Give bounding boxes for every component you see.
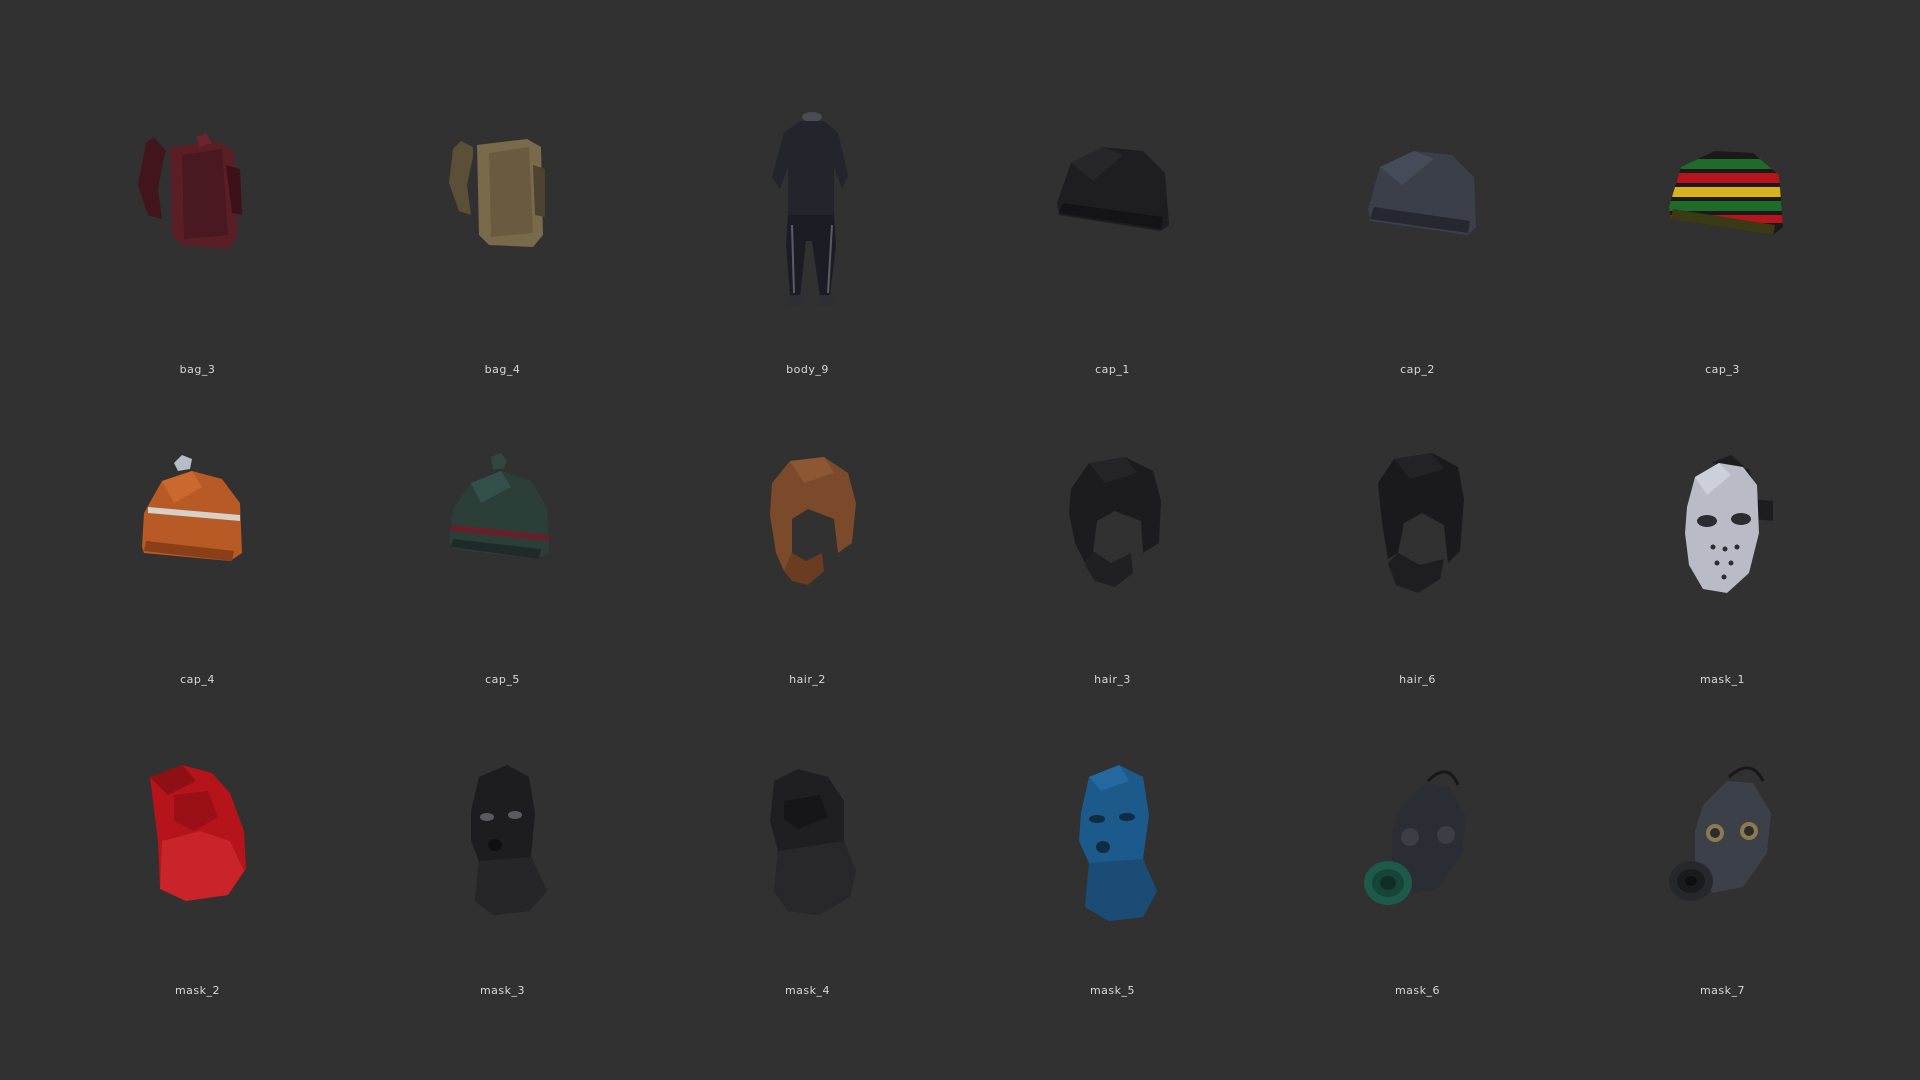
balaclava-icon	[383, 721, 623, 961]
hair-beard-icon	[688, 403, 928, 643]
backpack-icon	[383, 85, 623, 325]
hood-mask-icon	[78, 721, 318, 961]
asset-tile-mask-2[interactable]: mask_2	[45, 691, 350, 1009]
asset-label: cap_5	[485, 673, 520, 686]
asset-tile-bag-4[interactable]: bag_4	[350, 55, 655, 376]
asset-tile-mask-1[interactable]: mask_1	[1570, 373, 1875, 691]
asset-label: hair_6	[1399, 673, 1436, 686]
asset-tile-cap-1[interactable]: cap_1	[960, 55, 1265, 376]
asset-tile-mask-3[interactable]: mask_3	[350, 691, 655, 1009]
striped-beanie-icon	[1603, 85, 1843, 325]
asset-tile-hair-3[interactable]: hair_3	[960, 373, 1265, 691]
asset-tile-mask-5[interactable]: mask_5	[960, 691, 1265, 1009]
asset-tile-mask-6[interactable]: mask_6	[1265, 691, 1570, 1009]
asset-label: mask_6	[1394, 984, 1441, 997]
asset-tile-hair-6[interactable]: hair_6	[1265, 373, 1570, 691]
asset-tile-mask-7[interactable]: mask_7	[1570, 691, 1875, 1009]
asset-label: mask_5	[1089, 984, 1136, 997]
asset-label: mask_2	[174, 984, 221, 997]
asset-grid: bag_3 bag_4 body_9 cap_1 cap_2 cap_3 cap…	[45, 55, 1875, 1025]
backpack-icon	[78, 85, 318, 325]
beanie-icon	[993, 85, 1233, 325]
asset-tile-body-9[interactable]: body_9	[655, 55, 960, 376]
pom-beanie-icon	[383, 403, 623, 643]
hair-beard-icon	[1298, 403, 1538, 643]
asset-tile-cap-3[interactable]: cap_3	[1570, 55, 1875, 376]
gas-mask-icon	[1298, 721, 1538, 961]
hair-beard-icon	[993, 403, 1233, 643]
asset-label: mask_4	[784, 984, 831, 997]
asset-tile-hair-2[interactable]: hair_2	[655, 373, 960, 691]
asset-label: cap_4	[180, 673, 215, 686]
asset-preview-sheet: bag_3 bag_4 body_9 cap_1 cap_2 cap_3 cap…	[0, 0, 1920, 1080]
asset-label: mask_1	[1699, 673, 1746, 686]
asset-label: hair_2	[789, 673, 826, 686]
asset-tile-bag-3[interactable]: bag_3	[45, 55, 350, 376]
asset-tile-cap-2[interactable]: cap_2	[1265, 55, 1570, 376]
asset-label: mask_3	[479, 984, 526, 997]
asset-tile-cap-4[interactable]: cap_4	[45, 373, 350, 691]
balaclava-icon	[993, 721, 1233, 961]
asset-tile-cap-5[interactable]: cap_5	[350, 373, 655, 691]
tracksuit-icon	[688, 85, 928, 325]
gas-mask-icon	[1603, 721, 1843, 961]
asset-tile-mask-4[interactable]: mask_4	[655, 691, 960, 1009]
beanie-icon	[1298, 85, 1538, 325]
hockey-mask-icon	[1603, 403, 1843, 643]
asset-label: mask_7	[1699, 984, 1746, 997]
asset-label: hair_3	[1094, 673, 1131, 686]
balaclava-icon	[688, 721, 928, 961]
pom-beanie-icon	[78, 403, 318, 643]
